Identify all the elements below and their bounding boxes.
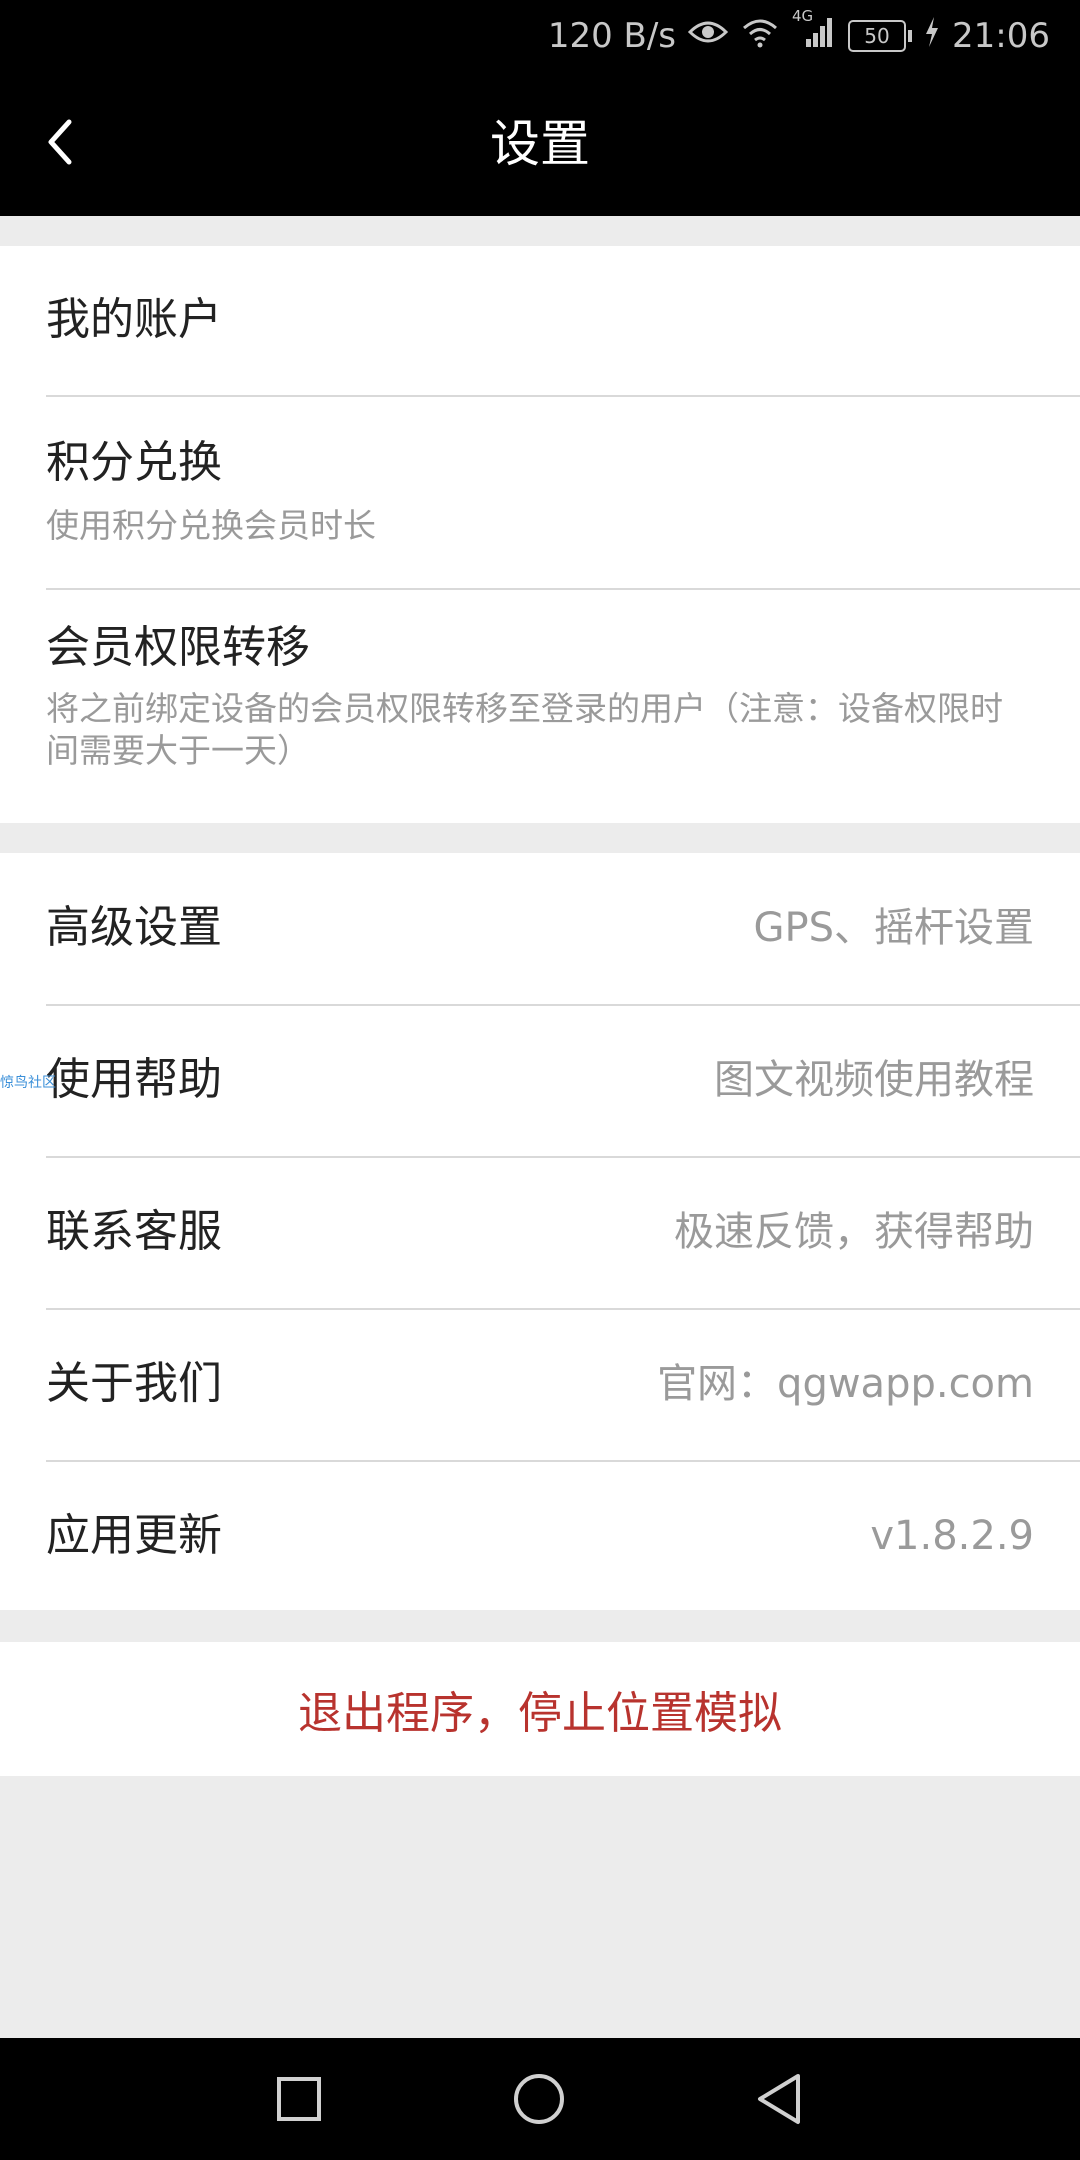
customer-service-value: 极速反馈，获得帮助 [674,1209,1034,1255]
battery-icon: 50 [848,20,913,52]
my-account-label: 我的账户 [46,294,222,345]
about-us-row[interactable]: 关于我们 官网：qgwapp.com [0,1310,1080,1459]
advanced-settings-label: 高级设置 [46,902,222,953]
points-exchange-label: 积分兑换 [46,437,222,488]
back-nav-icon [754,2072,804,2130]
advanced-settings-row[interactable]: 高级设置 GPS、摇杆设置 [0,853,1080,1004]
help-label: 使用帮助 [46,1054,222,1105]
points-exchange-row[interactable]: 积分兑换 使用积分兑换会员时长 [0,397,1080,589]
signal-icon: 4G [792,7,836,58]
app-update-value: v1.8.2.9 [870,1513,1034,1559]
app-update-label: 应用更新 [46,1510,222,1561]
membership-transfer-label: 会员权限转移 [46,622,310,673]
home-icon [512,2072,566,2130]
network-type: 4G [792,6,814,25]
clock: 21:06 [952,16,1050,56]
membership-transfer-row[interactable]: 会员权限转移 将之前绑定设备的会员权限转移至登录的用户（注意：设备权限时间需要大… [0,590,1080,823]
help-value: 图文视频使用教程 [714,1057,1034,1103]
title-bar: 设置 [0,72,1080,216]
points-exchange-desc: 使用积分兑换会员时长 [46,506,376,545]
app-update-row[interactable]: 应用更新 v1.8.2.9 [0,1462,1080,1610]
advanced-settings-value: GPS、摇杆设置 [753,905,1034,951]
about-us-value: 官网：qgwapp.com [657,1361,1034,1407]
eye-icon [687,16,729,56]
logout-button[interactable]: 退出程序，停止位置模拟 [0,1642,1080,1776]
watermark: 惊鸟社区 [0,1075,56,1091]
network-speed: 120 B/s [547,16,677,56]
my-account-row[interactable]: 我的账户 [0,246,1080,396]
help-row[interactable]: 使用帮助 图文视频使用教程 [0,1006,1080,1155]
charging-icon [924,16,940,56]
recents-button[interactable] [272,2074,326,2128]
logout-section: 退出程序，停止位置模拟 [0,1642,1080,1776]
status-icons: 120 B/s 4G 50 21:06 [547,7,1050,58]
page-title: 设置 [490,115,590,173]
status-bar: 120 B/s 4G 50 21:06 [0,0,1080,72]
back-nav-button[interactable] [752,2074,806,2128]
account-section: 我的账户 积分兑换 使用积分兑换会员时长 会员权限转移 将之前绑定设备的会员权限… [0,246,1080,823]
wifi-icon [740,16,780,57]
settings-section: 高级设置 GPS、摇杆设置 使用帮助 图文视频使用教程 联系客服 极速反馈，获得… [0,853,1080,1610]
navigation-bar [0,2038,1080,2160]
battery-level: 50 [848,20,907,52]
membership-transfer-desc: 将之前绑定设备的会员权限转移至登录的用户（注意：设备权限时间需要大于一天） [46,689,1003,770]
customer-service-label: 联系客服 [46,1206,222,1257]
recents-icon [275,2075,323,2127]
about-us-label: 关于我们 [46,1358,222,1409]
customer-service-row[interactable]: 联系客服 极速反馈，获得帮助 [0,1158,1080,1307]
home-button[interactable] [512,2074,566,2128]
